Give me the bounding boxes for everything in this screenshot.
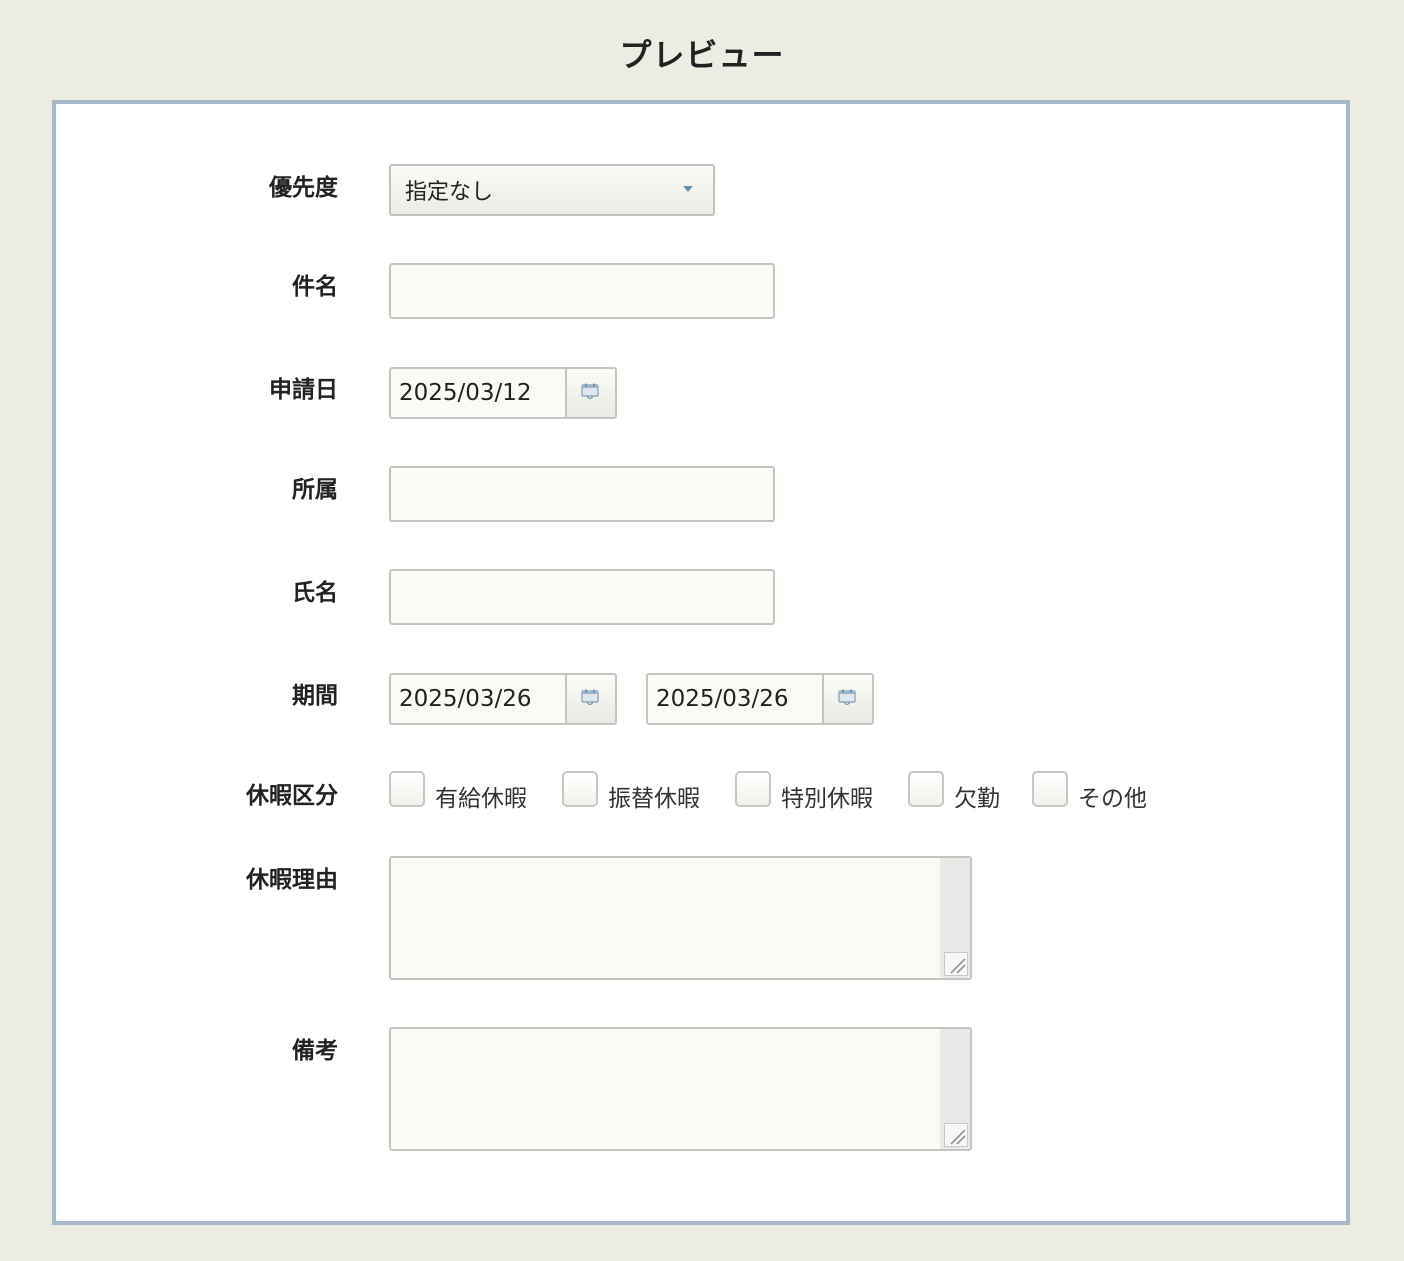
checkbox-special-leave-label[interactable]: 特別休暇 [781,779,873,813]
resize-grip-icon[interactable] [944,952,968,976]
calendar-icon [581,689,599,705]
leave-reason-label: 休暇理由 [246,867,338,893]
period-end-picker-button[interactable] [822,675,872,723]
remarks-textarea[interactable] [389,1027,972,1151]
checkbox-substitute-leave-label[interactable]: 振替休暇 [608,779,700,813]
application-date-picker-button[interactable] [565,369,615,417]
checkbox-paid-leave[interactable] [389,771,425,807]
department-input[interactable] [389,466,775,522]
calendar-icon [581,383,599,399]
name-label: 氏名 [292,580,338,606]
priority-label: 優先度 [269,175,338,201]
leave-type-label: 休暇区分 [246,783,338,809]
chevron-down-icon [683,186,693,192]
subject-input[interactable] [389,263,775,319]
subject-label: 件名 [292,274,338,300]
checkbox-absence[interactable] [908,771,944,807]
name-input[interactable] [389,569,775,625]
checkbox-other[interactable] [1032,771,1068,807]
period-end-value: 2025/03/26 [656,686,789,712]
application-date-value: 2025/03/12 [399,380,532,406]
priority-selected-value: 指定なし [405,180,494,205]
leave-type-checkbox-group: 有給休暇 振替休暇 特別休暇 欠勤 その他 [389,771,1189,821]
priority-select[interactable]: 指定なし [389,164,715,216]
period-start-picker-button[interactable] [565,675,615,723]
checkbox-absence-label[interactable]: 欠勤 [954,779,1000,813]
application-date-input[interactable]: 2025/03/12 [389,367,617,419]
application-date-label: 申請日 [269,377,338,403]
period-start-input[interactable]: 2025/03/26 [389,673,617,725]
calendar-icon [838,689,856,705]
resize-grip-icon[interactable] [944,1123,968,1147]
preview-panel: 優先度 指定なし 件名 申請日 2025/03/12 所属 氏名 期間 2025… [52,100,1350,1225]
period-end-input[interactable]: 2025/03/26 [646,673,874,725]
checkbox-other-label[interactable]: その他 [1078,779,1147,813]
leave-reason-textarea[interactable] [389,856,972,980]
checkbox-special-leave[interactable] [735,771,771,807]
page-title: プレビュー [619,36,785,74]
checkbox-paid-leave-label[interactable]: 有給休暇 [435,779,527,813]
remarks-label: 備考 [292,1038,338,1064]
checkbox-substitute-leave[interactable] [562,771,598,807]
period-label: 期間 [292,683,338,709]
period-start-value: 2025/03/26 [399,686,532,712]
department-label: 所属 [292,477,338,503]
